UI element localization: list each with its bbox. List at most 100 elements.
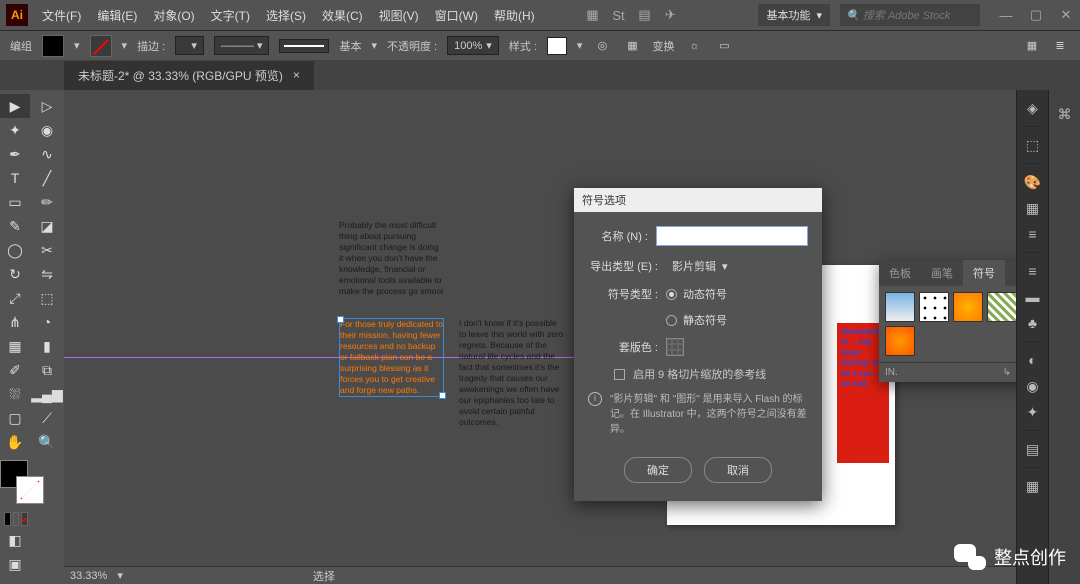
place-icon[interactable]: ↳ <box>1003 367 1011 378</box>
scissors-tool[interactable]: ✂ <box>32 238 62 262</box>
gpu-icon[interactable]: ✈ <box>662 7 678 23</box>
export-type-dropdown[interactable]: 影片剪辑 ▾ <box>666 256 734 276</box>
dynamic-symbol-radio[interactable]: 动态符号 <box>666 286 727 302</box>
document-tab[interactable]: 未标题-2* @ 33.33% (RGB/GPU 预览)× <box>64 61 314 90</box>
zoom-tool[interactable]: 🔍 <box>32 430 62 454</box>
canvas[interactable]: Probably the most difficult thing about … <box>64 90 1016 584</box>
shape-icon[interactable]: ▭ <box>714 36 734 56</box>
static-symbol-radio[interactable]: 静态符号 <box>666 312 727 328</box>
minimize-icon[interactable]: — <box>998 7 1014 23</box>
close-tab-icon[interactable]: × <box>293 68 300 82</box>
ok-button[interactable]: 确定 <box>624 457 692 483</box>
draw-mode[interactable]: ◧ <box>0 528 30 552</box>
graphic-styles-icon[interactable]: ✦ <box>1021 400 1045 424</box>
symbol-spray-tool[interactable]: ⛆ <box>0 382 30 406</box>
lasso-tool[interactable]: ◉ <box>32 118 62 142</box>
layers-icon[interactable]: ◈ <box>1021 96 1045 120</box>
style-swatch[interactable] <box>547 37 567 55</box>
swatches-icon[interactable]: ▦ <box>1021 196 1045 220</box>
arrange-icon[interactable]: ▤ <box>636 7 652 23</box>
recolor-icon[interactable]: ◎ <box>592 36 612 56</box>
brush-tool[interactable]: ✎ <box>0 214 30 238</box>
rotate-tool[interactable]: ↻ <box>0 262 30 286</box>
direct-select-tool[interactable]: ▷ <box>32 94 62 118</box>
width-tool[interactable]: ⋔ <box>0 310 30 334</box>
selection-tool[interactable]: ▶ <box>0 94 30 118</box>
eraser-tool[interactable]: ◪ <box>32 214 62 238</box>
menu-view[interactable]: 视图(V) <box>373 3 425 28</box>
text-frame-1[interactable]: Probably the most difficult thing about … <box>339 220 444 297</box>
close-icon[interactable]: ✕ <box>1058 7 1074 23</box>
gradient-tool[interactable]: ▮ <box>32 334 62 358</box>
stroke-panel-icon[interactable]: ≡ <box>1021 259 1045 283</box>
name-input[interactable] <box>656 226 808 246</box>
eyedropper-tool[interactable]: ✐ <box>0 358 30 382</box>
reflect-tool[interactable]: ⇋ <box>32 262 62 286</box>
symbol-thumb[interactable] <box>885 326 915 356</box>
menu-file[interactable]: 文件(F) <box>36 3 87 28</box>
symbol-thumb[interactable] <box>919 292 949 322</box>
menu-window[interactable]: 窗口(W) <box>429 3 484 28</box>
shaper-tool[interactable]: ◯ <box>0 238 30 262</box>
menu-type[interactable]: 文字(T) <box>205 3 256 28</box>
gradient-mode[interactable] <box>13 512 20 526</box>
hand-tool[interactable]: ✋ <box>0 430 30 454</box>
text-frame-3[interactable]: I don't know if it's possible to leave t… <box>459 318 564 428</box>
stock-icon[interactable]: St <box>610 7 626 23</box>
color-icon[interactable]: 🎨 <box>1021 170 1045 194</box>
magic-wand-tool[interactable]: ✦ <box>0 118 30 142</box>
symbol-thumb[interactable] <box>953 292 983 322</box>
gradient-panel-icon[interactable]: ▬ <box>1021 285 1045 309</box>
tab-swatches[interactable]: 色板 <box>879 260 921 286</box>
maximize-icon[interactable]: ▢ <box>1028 7 1044 23</box>
vw-profile[interactable]: ——— ▾ <box>214 36 270 55</box>
transparency-icon[interactable]: ◐ <box>1021 348 1045 372</box>
stroke-swatch[interactable] <box>90 35 112 57</box>
free-transform-tool[interactable]: ⬚ <box>32 286 62 310</box>
fill-swatch[interactable] <box>42 35 64 57</box>
clubs-icon[interactable]: ♣ <box>1021 311 1045 335</box>
curvature-tool[interactable]: ∿ <box>32 142 62 166</box>
type-tool[interactable]: T <box>0 166 30 190</box>
brushes-icon[interactable]: ≡ <box>1021 222 1045 246</box>
registration-grid[interactable] <box>666 338 684 356</box>
artboard-tool[interactable]: ▢ <box>0 406 30 430</box>
menu-object[interactable]: 对象(O) <box>147 3 200 28</box>
stroke-weight[interactable]: ▾ <box>175 36 204 55</box>
grid-icon[interactable]: ▦ <box>1022 36 1042 56</box>
library-icon[interactable]: IN. <box>885 367 898 378</box>
blend-tool[interactable]: ⧉ <box>32 358 62 382</box>
tab-brushes[interactable]: 画笔 <box>921 260 963 286</box>
nine-slice-checkbox[interactable] <box>614 369 625 380</box>
bridge-icon[interactable]: ▦ <box>584 7 600 23</box>
pencil-tool[interactable]: ✏ <box>32 190 62 214</box>
graph-tool[interactable]: ▂▄▆ <box>32 382 62 406</box>
more-icon[interactable]: ▦ <box>1021 474 1045 498</box>
align-panel-icon[interactable]: ▤ <box>1021 437 1045 461</box>
search-stock-input[interactable]: 🔍 搜索 Adobe Stock <box>840 4 980 26</box>
opacity-value[interactable]: 100% ▾ <box>447 36 499 55</box>
text-frame-selected[interactable]: For those truly dedicated to their missi… <box>339 318 444 397</box>
menu-help[interactable]: 帮助(H) <box>488 3 541 28</box>
fill-stroke-control[interactable] <box>0 460 44 504</box>
cancel-button[interactable]: 取消 <box>704 457 772 483</box>
slice-tool[interactable]: ⟋ <box>32 406 62 430</box>
mesh-tool[interactable]: ▦ <box>0 334 30 358</box>
symbol-thumb[interactable] <box>885 292 915 322</box>
menu-effect[interactable]: 效果(C) <box>316 3 369 28</box>
menu-select[interactable]: 选择(S) <box>260 3 312 28</box>
scale-tool[interactable]: ⤢ <box>0 286 30 310</box>
brush-def[interactable] <box>279 39 329 53</box>
tab-symbols[interactable]: 符号 <box>963 260 1005 286</box>
shape-builder-tool[interactable]: ◔ <box>32 310 62 334</box>
pen-tool[interactable]: ✒ <box>0 142 30 166</box>
panel-menu-icon[interactable]: ≣ <box>1050 36 1070 56</box>
appearance-icon[interactable]: ◉ <box>1021 374 1045 398</box>
symbol-thumb[interactable] <box>987 292 1016 322</box>
artboards-icon[interactable]: ⬚ <box>1021 133 1045 157</box>
cc-libraries-icon[interactable]: ⌘ <box>1053 102 1077 126</box>
isolate-icon[interactable]: ☼ <box>684 36 704 56</box>
align-icon[interactable]: ▦ <box>622 36 642 56</box>
screen-mode[interactable]: ▣ <box>0 552 30 576</box>
color-mode[interactable] <box>4 512 11 526</box>
